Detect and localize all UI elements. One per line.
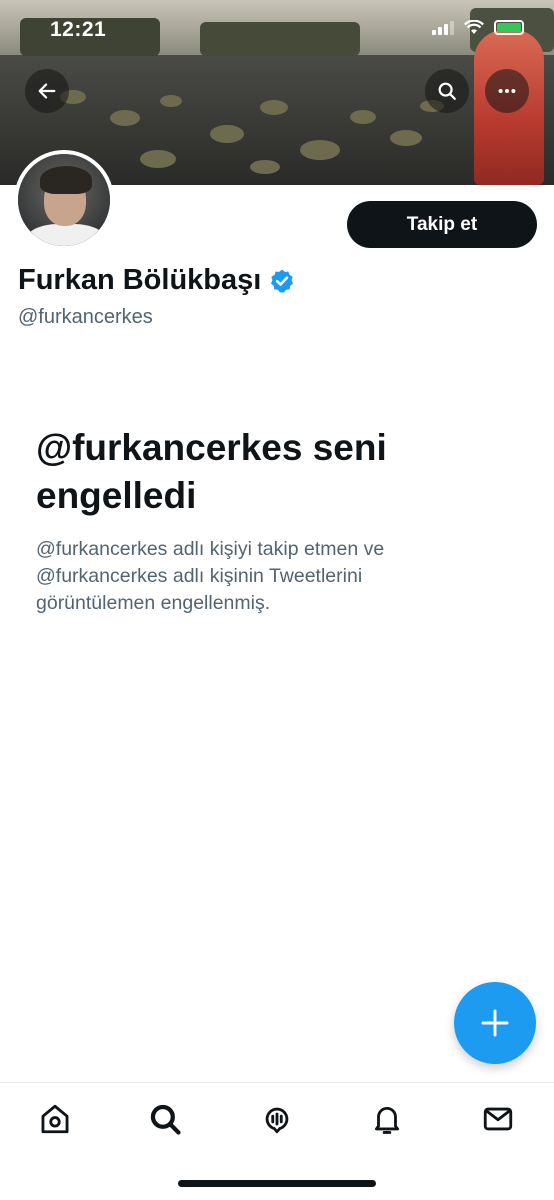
tab-spaces[interactable] — [257, 1099, 297, 1139]
tab-home[interactable] — [35, 1099, 75, 1139]
profile-handle: @furkancerkes — [18, 306, 153, 328]
bell-icon — [374, 1107, 400, 1134]
mail-icon — [483, 1107, 513, 1131]
plus-icon — [481, 1009, 509, 1037]
tab-search[interactable] — [145, 1099, 185, 1139]
search-icon — [438, 82, 456, 100]
status-icons — [432, 20, 524, 35]
more-horizontal-icon — [498, 88, 516, 94]
status-time: 12:21 — [50, 18, 107, 41]
profile-name-row: Furkan Bölükbaşı — [18, 264, 295, 297]
tab-notifications[interactable] — [367, 1099, 407, 1139]
banner-debris — [300, 140, 340, 160]
cellular-signal-icon — [432, 20, 454, 35]
home-icon — [41, 1104, 69, 1134]
status-bar: 12:21 — [0, 0, 554, 60]
blocked-title: @furkancerkes seni engelledi — [36, 427, 387, 516]
display-name: Furkan Bölükbaşı — [18, 264, 262, 296]
banner-debris — [110, 110, 140, 126]
search-icon — [150, 1104, 181, 1135]
search-button[interactable] — [425, 69, 469, 113]
banner-debris — [210, 125, 244, 143]
verified-badge-icon[interactable] — [269, 268, 295, 294]
banner-debris — [250, 160, 280, 174]
wifi-icon — [464, 20, 484, 34]
compose-tweet-button[interactable] — [454, 982, 536, 1064]
blocked-description: @furkancerkes adlı kişiyi takip etmen ve… — [36, 538, 385, 614]
banner-debris — [140, 150, 176, 168]
banner-debris — [350, 110, 376, 124]
back-button[interactable] — [25, 69, 69, 113]
tab-messages[interactable] — [478, 1099, 518, 1139]
battery-icon — [494, 20, 524, 35]
banner-debris — [160, 95, 182, 107]
more-button[interactable] — [485, 69, 529, 113]
follow-button[interactable]: Takip et — [347, 201, 537, 248]
arrow-left-icon — [38, 83, 56, 99]
spaces-icon — [265, 1107, 289, 1134]
home-indicator — [178, 1180, 376, 1187]
banner-debris — [390, 130, 422, 146]
avatar[interactable] — [14, 150, 114, 250]
banner-debris — [260, 100, 288, 115]
